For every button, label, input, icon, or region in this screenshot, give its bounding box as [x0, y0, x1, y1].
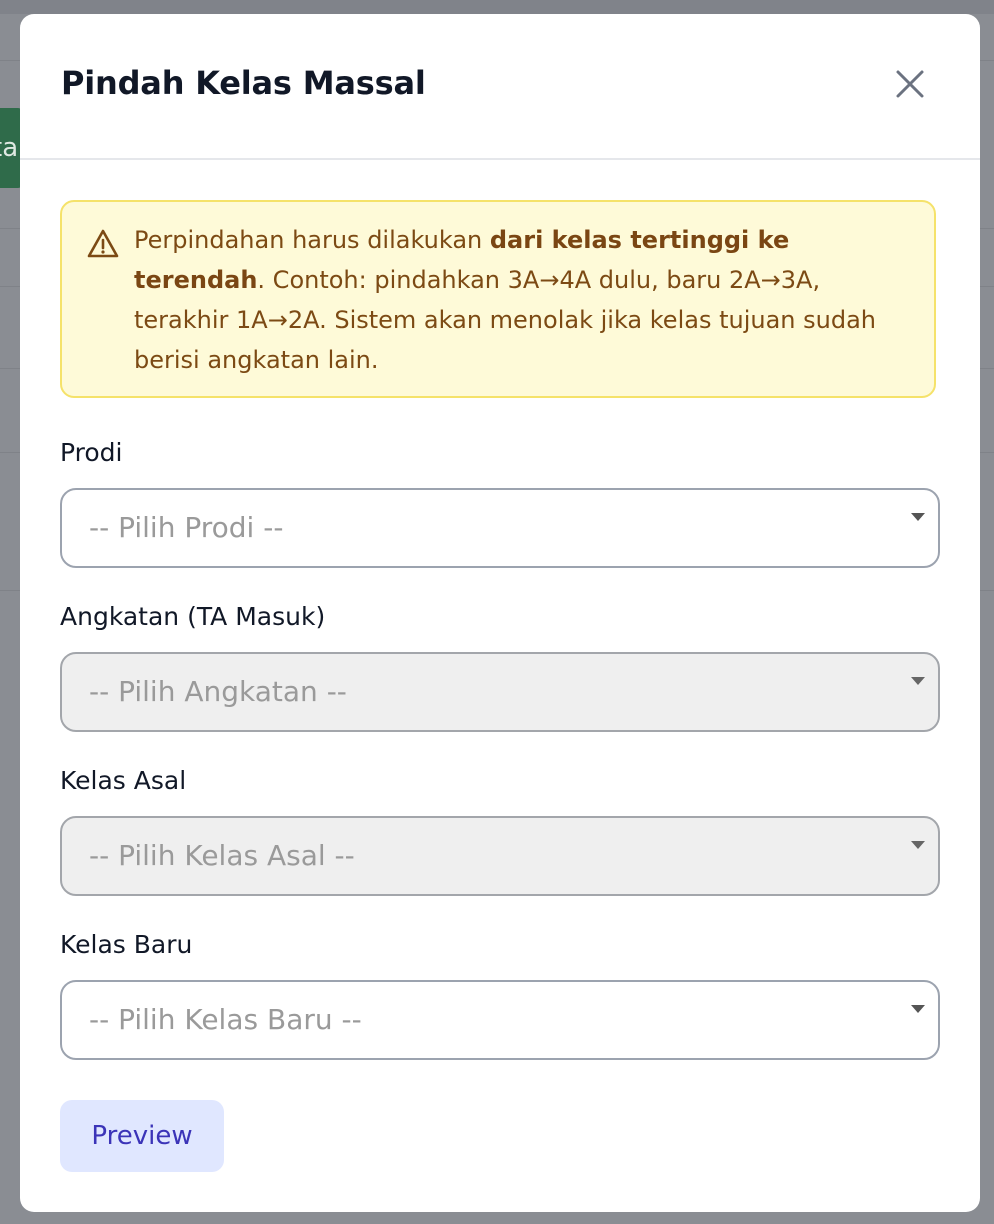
chevron-down-icon — [911, 1005, 925, 1013]
background-partial-button: ta — [0, 108, 22, 188]
close-button[interactable] — [892, 66, 928, 102]
angkatan-label: Angkatan (TA Masuk) — [60, 602, 326, 631]
prodi-label: Prodi — [60, 438, 123, 467]
warning-alert: Perpindahan harus dilakukan dari kelas t… — [60, 200, 936, 398]
modal-title: Pindah Kelas Massal — [61, 64, 426, 102]
kelas-baru-label: Kelas Baru — [60, 930, 193, 959]
modal-header: Pindah Kelas Massal — [20, 14, 980, 160]
kelas-asal-select[interactable]: -- Pilih Kelas Asal -- — [60, 816, 940, 896]
kelas-baru-select-value: -- Pilih Kelas Baru -- — [89, 1003, 362, 1036]
preview-button[interactable]: Preview — [60, 1100, 224, 1172]
background-partial-button-label: ta — [0, 133, 19, 163]
angkatan-select-value: -- Pilih Angkatan -- — [89, 675, 347, 708]
chevron-down-icon — [911, 677, 925, 685]
chevron-down-icon — [911, 841, 925, 849]
warning-alert-text: Perpindahan harus dilakukan dari kelas t… — [134, 220, 914, 380]
kelas-asal-label: Kelas Asal — [60, 766, 187, 795]
pindah-kelas-massal-modal: Pindah Kelas Massal Perpindahan harus di… — [20, 14, 980, 1212]
chevron-down-icon — [911, 513, 925, 521]
warning-triangle-icon — [87, 229, 119, 258]
close-icon — [896, 70, 924, 98]
alert-text-intro: Perpindahan harus dilakukan — [134, 226, 490, 254]
angkatan-select[interactable]: -- Pilih Angkatan -- — [60, 652, 940, 732]
kelas-asal-select-value: -- Pilih Kelas Asal -- — [89, 839, 355, 872]
prodi-select[interactable]: -- Pilih Prodi -- — [60, 488, 940, 568]
kelas-baru-select[interactable]: -- Pilih Kelas Baru -- — [60, 980, 940, 1060]
prodi-select-value: -- Pilih Prodi -- — [89, 511, 284, 544]
background-topbar — [0, 0, 994, 14]
